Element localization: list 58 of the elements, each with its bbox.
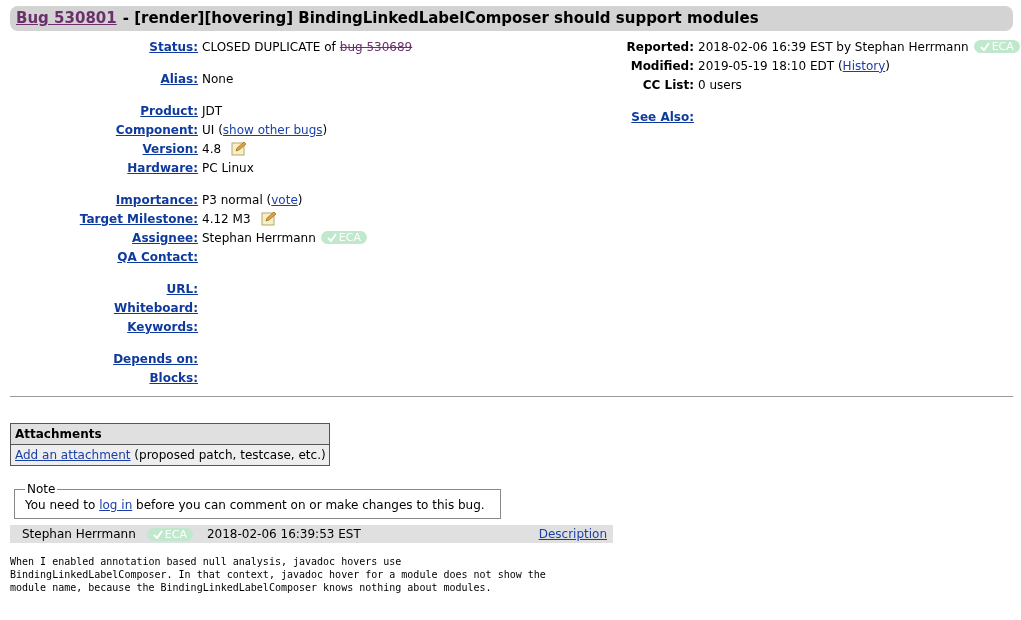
edit-icon[interactable] bbox=[231, 141, 247, 156]
field-label: Reported: bbox=[625, 39, 694, 54]
field-value: JDT bbox=[202, 103, 223, 118]
field-link[interactable]: show other bugs bbox=[222, 122, 323, 137]
field-value: PC Linux bbox=[202, 160, 254, 175]
eca-badge: ECA bbox=[146, 527, 193, 541]
field-label[interactable]: Hardware: bbox=[10, 160, 198, 175]
comment-text: When I enabled annotation based null analysis, javadoc hovers use BindingLinkedLabelComposer. In that context, javadoc hover for a module does not show the module name, because the BindingLinkedLabelComposer knows nothing about modules. bbox=[10, 555, 547, 594]
edit-icon[interactable] bbox=[260, 211, 276, 226]
field-link[interactable]: History bbox=[842, 58, 886, 73]
field-label[interactable]: Alias: bbox=[10, 71, 198, 86]
field-value: ) bbox=[297, 192, 303, 207]
field-label[interactable]: URL: bbox=[10, 281, 198, 296]
field-value: Stephan Herrmann bbox=[202, 230, 316, 245]
attachments-header: Attachments bbox=[11, 424, 329, 445]
eca-badge: ECA bbox=[973, 40, 1020, 53]
field-label[interactable]: Target Milestone: bbox=[10, 211, 198, 226]
field-label[interactable]: Depends on: bbox=[10, 351, 198, 366]
login-link[interactable]: log in bbox=[99, 498, 133, 512]
field-label[interactable]: Component: bbox=[10, 122, 198, 137]
field-label[interactable]: Version: bbox=[10, 141, 198, 156]
field-value: 2018-02-06 16:39 EST by Stephan Herrmann bbox=[698, 39, 969, 54]
bug-summary: - [render][hovering] BindingLinkedLabelComposer should support modules bbox=[122, 9, 759, 27]
field-value: ) bbox=[885, 58, 890, 73]
eca-badge: ECA bbox=[320, 231, 367, 244]
field-value: P3 normal ( bbox=[202, 192, 272, 207]
field-label[interactable]: Status: bbox=[10, 39, 198, 54]
description-link[interactable]: Description bbox=[538, 527, 607, 541]
check-icon bbox=[326, 233, 337, 242]
field-value: CLOSED DUPLICATE of bbox=[202, 39, 336, 54]
attachment-hint: (proposed patch, testcase, etc.) bbox=[134, 448, 326, 462]
comment-time: 2018-02-06 16:39:53 EST bbox=[206, 527, 362, 541]
field-label[interactable]: Blocks: bbox=[10, 370, 198, 385]
comment-author: Stephan Herrmann bbox=[22, 527, 136, 541]
field-value: 0 users bbox=[698, 77, 742, 92]
bug-link[interactable]: Bug 530801 bbox=[16, 9, 117, 27]
check-icon bbox=[979, 42, 990, 51]
field-label[interactable]: Assignee: bbox=[10, 230, 198, 245]
field-label[interactable]: Product: bbox=[10, 103, 198, 118]
field-value: UI ( bbox=[202, 122, 223, 137]
field-label[interactable]: Whiteboard: bbox=[10, 300, 198, 315]
field-value: 4.12 M3 bbox=[202, 211, 251, 226]
field-value: 2019-05-19 18:10 EDT ( bbox=[698, 58, 843, 73]
field-label[interactable]: See Also: bbox=[622, 109, 694, 124]
check-icon bbox=[152, 529, 163, 539]
duplicate-bug-link[interactable]: bug 530689 bbox=[339, 39, 413, 54]
field-label: Modified: bbox=[629, 58, 694, 73]
field-link[interactable]: vote bbox=[271, 192, 298, 207]
field-value: 4.8 bbox=[202, 141, 222, 156]
field-label[interactable]: QA Contact: bbox=[10, 249, 198, 264]
field-value: None bbox=[202, 71, 234, 86]
add-attachment-link[interactable]: Add an attachment bbox=[15, 448, 131, 462]
note-text: You need to log in before you can comment on or make changes to this bug. bbox=[25, 498, 485, 512]
field-label[interactable]: Importance: bbox=[10, 192, 198, 207]
field-label[interactable]: Keywords: bbox=[10, 319, 198, 334]
field-value: ) bbox=[322, 122, 328, 137]
field-label: CC List: bbox=[641, 77, 694, 92]
note-legend: Note bbox=[25, 482, 58, 496]
